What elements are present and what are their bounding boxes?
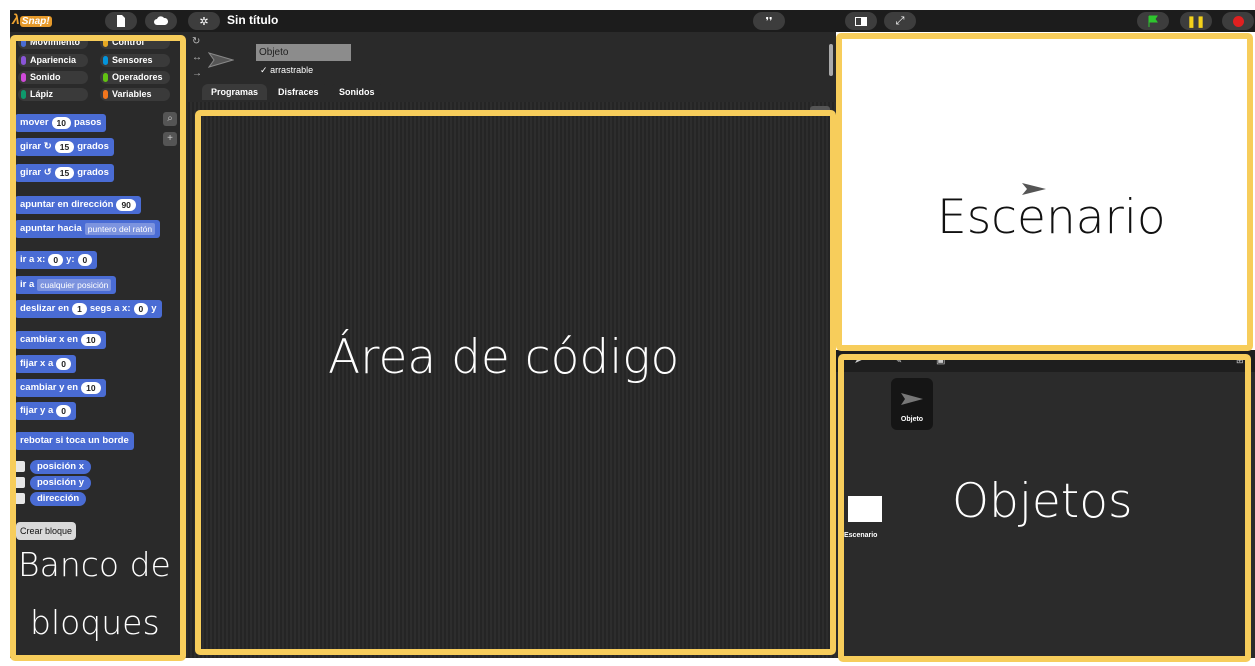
checkmark-icon: ✓ [260,65,268,75]
cloud-icon [154,16,168,25]
normal-stage-icon [855,16,867,26]
pause-button[interactable]: ❚❚ [1180,12,1212,30]
gear-icon: ✲ [199,15,209,28]
tab-scripts[interactable]: Programas [202,84,268,100]
presentation-mode-button[interactable]: ⤢ [884,12,916,30]
sprite-name-field[interactable]: Objeto [256,44,351,61]
pause-icon: ❚❚ [1186,15,1206,28]
rotate-icon[interactable]: ↻ [192,36,200,47]
cloud-menu-button[interactable] [145,12,177,30]
visible-stepping-button[interactable]: ❜❜ [753,12,785,30]
fullscreen-icon: ⤢ [895,14,905,27]
snap-logo[interactable]: λ Snap! [12,11,62,31]
top-bar: λ Snap! ✲ Sin título ❜❜ ⤢ ❚❚ [10,10,1255,32]
tab-costumes[interactable]: Disfraces [269,84,328,100]
draggable-checkbox[interactable]: ✓ arrastrable [260,65,313,76]
file-menu-button[interactable] [105,12,137,30]
sprite-bar: ↻ ↔ → Objeto ✓ arrastrable Programas Dis… [188,32,836,102]
sprite-arrow-icon [208,52,234,68]
scroll-handle[interactable] [829,44,833,76]
left-right-icon[interactable]: ↔ [192,52,202,63]
stage-caption: Escenario [937,190,1166,245]
project-title: Sin título [227,13,279,27]
green-flag-icon [1148,15,1158,27]
palette-caption-line2: bloques [30,603,160,642]
no-rotate-icon[interactable]: → [192,68,202,79]
settings-menu-button[interactable]: ✲ [188,12,220,30]
footprints-icon: ❜❜ [765,15,773,28]
tab-sounds[interactable]: Sonidos [330,84,384,100]
file-icon [117,15,125,27]
palette-caption-line1: Banco de [18,545,171,584]
stop-icon [1232,15,1244,27]
green-flag-button[interactable] [1137,12,1169,30]
stage-size-button[interactable] [845,12,877,30]
stop-button[interactable] [1222,12,1254,30]
corral-caption: Objetos [952,474,1133,529]
scripts-caption: Área de código [328,330,680,385]
